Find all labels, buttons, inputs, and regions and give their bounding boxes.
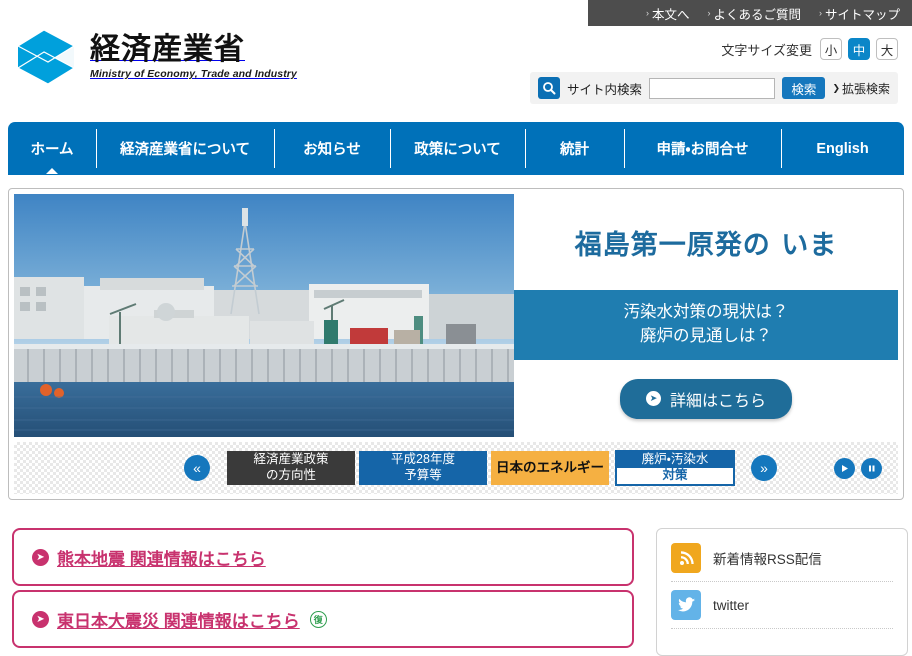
font-size-control: 文字サイズ変更 小 中 大 <box>721 38 898 60</box>
nav-item-news[interactable]: お知らせ <box>274 122 390 175</box>
font-size-small-button[interactable]: 小 <box>820 38 842 60</box>
site-search: サイト内検索 検索 ❯ 拡張検索 <box>530 72 898 104</box>
nav-item-application-contact[interactable]: 申請・お問合せ <box>624 122 781 175</box>
nav-item-label: 申請・お問合せ <box>656 142 749 158</box>
circle-arrow-right-icon: ➤ <box>32 548 49 566</box>
circle-arrow-right-icon: ➤ <box>32 610 49 628</box>
carousel-player-controls <box>834 457 898 479</box>
carousel-prev-button[interactable]: « <box>184 455 210 481</box>
nav-item-label: ホーム <box>30 142 74 158</box>
hero-cta-area: ➤ 詳細はこちら <box>514 360 898 437</box>
rss-icon <box>671 543 701 573</box>
search-label: サイト内検索 <box>567 82 643 97</box>
social-row-twitter[interactable]: twitter <box>671 582 893 629</box>
font-size-medium-button[interactable]: 中 <box>848 38 870 60</box>
brand-text: 経済産業省 Ministry of Economy, Trade and Ind… <box>90 34 297 81</box>
brand-name-ja: 経済産業省 <box>90 31 245 67</box>
social-links-panel: 新着情報RSS配信 twitter <box>656 528 908 656</box>
hero-cta-label: 詳細はこちら <box>669 392 766 410</box>
nav-item-home[interactable]: ホーム <box>8 122 96 175</box>
utility-link-label: よくあるご質問 <box>713 7 801 22</box>
notice-box-higashinihon[interactable]: ➤ 東日本大震災 関連情報はこちら 復 <box>12 590 634 648</box>
utility-bar: › 本文へ › よくあるご質問 › サイトマップ <box>588 0 912 26</box>
global-navigation: ホーム 経済産業省について お知らせ 政策について 統計 申請・お問合せ Eng… <box>8 122 904 175</box>
nav-item-statistics[interactable]: 統計 <box>525 122 624 175</box>
active-tab-indicator-icon <box>46 168 58 174</box>
hero-subtitle-line2: 廃炉の見通しは？ <box>640 327 772 345</box>
hero-photo <box>14 194 514 437</box>
utility-link-faq[interactable]: › よくあるご質問 <box>707 4 801 23</box>
chevron-right-icon: › <box>707 8 711 18</box>
thumb-line1: 平成28年度 <box>391 452 455 467</box>
search-icon <box>538 77 560 99</box>
search-submit-button[interactable]: 検索 <box>782 77 826 99</box>
hero-title: 福島第一原発の いま <box>574 229 838 261</box>
social-label-rss[interactable]: 新着情報RSS配信 <box>713 548 822 568</box>
social-row-rss[interactable]: 新着情報RSS配信 <box>671 535 893 582</box>
nav-item-policy[interactable]: 政策について <box>390 122 525 175</box>
carousel-thumb-policy-direction[interactable]: 経済産業政策 の方向性 <box>227 451 355 485</box>
hero-slide[interactable]: 福島第一原発の いま 汚染水対策の現状は？ 廃炉の見通しは？ ➤ 詳細はこちら <box>14 194 898 437</box>
utility-link-label: サイトマップ <box>824 7 900 22</box>
nav-item-about[interactable]: 経済産業省について <box>96 122 274 175</box>
circle-arrow-right-icon: ➤ <box>645 391 661 406</box>
notice-label: 熊本地震 関連情報はこちら <box>57 549 266 569</box>
chevron-right-icon: ❯ <box>832 82 840 93</box>
advanced-search-label: 拡張検索 <box>841 81 890 96</box>
fukko-badge-icon: 復 <box>309 610 327 628</box>
thumb-line1: 廃炉・汚染水 <box>617 452 733 468</box>
notice-link-higashinihon[interactable]: ➤ 東日本大震災 関連情報はこちら 復 <box>32 607 327 632</box>
notice-link-kumamoto[interactable]: ➤ 熊本地震 関連情報はこちら <box>32 545 266 570</box>
thumb-line1: 経済産業政策 <box>253 452 329 467</box>
meti-logo-icon <box>14 24 78 90</box>
twitter-bird-icon <box>671 590 701 620</box>
site-logo[interactable]: 経済産業省 Ministry of Economy, Trade and Ind… <box>14 24 297 90</box>
chevron-right-icon: › <box>818 8 822 18</box>
hero-panel: 福島第一原発の いま 汚染水対策の現状は？ 廃炉の見通しは？ ➤ 詳細はこちら <box>514 194 898 437</box>
thumb-line2: 対策 <box>617 468 733 484</box>
carousel-pause-button[interactable] <box>861 457 882 479</box>
chevron-right-icon: › <box>645 8 649 18</box>
font-size-large-button[interactable]: 大 <box>876 38 898 60</box>
nav-item-label: English <box>816 140 869 157</box>
notice-box-kumamoto[interactable]: ➤ 熊本地震 関連情報はこちら <box>12 528 634 586</box>
notice-list: ➤ 熊本地震 関連情報はこちら ➤ 東日本大震災 関連情報はこちら 復 <box>12 528 634 652</box>
thumb-line2: の方向性 <box>265 468 316 482</box>
thumb-line1: 日本のエネルギー <box>496 459 604 475</box>
utility-link-honbun[interactable]: › 本文へ <box>646 4 690 23</box>
nav-item-label: 政策について <box>414 142 501 158</box>
utility-link-label: 本文へ <box>651 7 690 22</box>
nav-item-label: 経済産業省について <box>119 142 251 158</box>
hero-carousel: 福島第一原発の いま 汚染水対策の現状は？ 廃炉の見通しは？ ➤ 詳細はこちら … <box>8 188 904 500</box>
carousel-thumb-energy[interactable]: 日本のエネルギー <box>491 451 609 485</box>
nav-item-label: 統計 <box>560 142 589 158</box>
nav-item-english[interactable]: English <box>781 122 904 175</box>
thumb-line2: 予算等 <box>404 468 442 482</box>
carousel-next-button[interactable]: » <box>751 455 777 481</box>
carousel-controls: « 経済産業政策 の方向性 平成28年度 予算等 日本のエネルギー 廃炉・汚染水… <box>14 442 898 494</box>
nav-item-label: お知らせ <box>303 142 361 158</box>
carousel-play-button[interactable] <box>834 457 855 479</box>
hero-subtitle: 汚染水対策の現状は？ 廃炉の見通しは？ <box>514 290 898 360</box>
font-size-label: 文字サイズ変更 <box>721 42 812 58</box>
hero-subtitle-line1: 汚染水対策の現状は？ <box>623 303 789 322</box>
carousel-thumb-decommissioning-active[interactable]: 廃炉・汚染水 対策 <box>615 450 735 486</box>
carousel-thumb-budget[interactable]: 平成28年度 予算等 <box>359 451 487 485</box>
notice-label: 東日本大震災 関連情報はこちら <box>57 611 300 631</box>
social-label-twitter[interactable]: twitter <box>713 598 749 613</box>
search-input[interactable] <box>649 77 776 99</box>
brand-name-en: Ministry of Economy, Trade and Industry <box>90 68 297 81</box>
advanced-search-link[interactable]: ❯ 拡張検索 <box>832 80 890 97</box>
utility-link-sitemap[interactable]: › サイトマップ <box>819 4 900 23</box>
hero-detail-button[interactable]: ➤ 詳細はこちら <box>619 378 792 419</box>
